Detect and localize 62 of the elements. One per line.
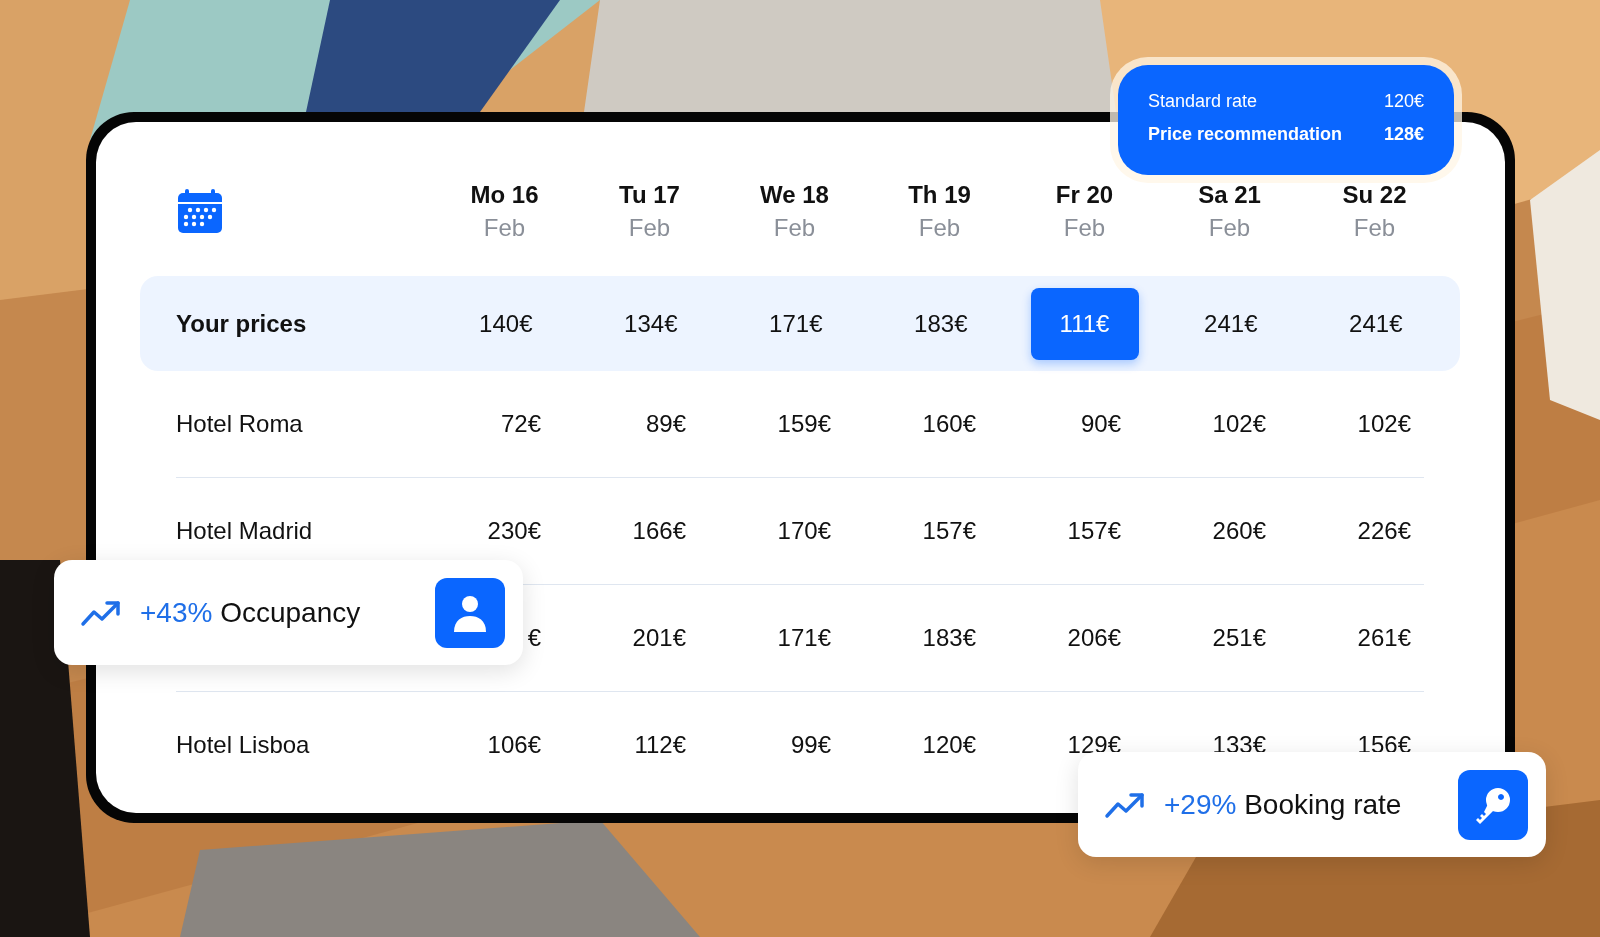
price-cell-text: 120€ bbox=[921, 731, 977, 759]
calendar-icon bbox=[176, 187, 224, 235]
price-cell[interactable]: 241€ bbox=[1175, 287, 1284, 360]
day-label: Tu 17 bbox=[619, 180, 680, 210]
price-cell[interactable]: 241€ bbox=[1320, 287, 1429, 360]
price-cell[interactable]: 140€ bbox=[450, 287, 559, 360]
hotel-name: Hotel Madrid bbox=[175, 517, 314, 545]
price-cell-text: 157€ bbox=[921, 517, 977, 545]
day-label: Th 19 bbox=[908, 180, 971, 210]
price-cell[interactable]: 134€ bbox=[595, 287, 704, 360]
price-cell-text: 166€ bbox=[631, 517, 687, 545]
row-label: Your prices bbox=[175, 309, 308, 338]
price-cell-text: 72€ bbox=[499, 410, 542, 438]
price-cell-text: 102€ bbox=[1356, 410, 1412, 438]
price-cell-text: 251€ bbox=[1211, 624, 1267, 652]
price-cell-text: 260€ bbox=[1211, 517, 1267, 545]
stat-text: +43% Occupancy bbox=[140, 596, 362, 629]
price-cell-text: 226€ bbox=[1356, 517, 1412, 545]
month-label: Feb bbox=[773, 213, 816, 243]
price-cell-text: 170€ bbox=[776, 517, 832, 545]
price-cell[interactable]: 183€ bbox=[885, 287, 994, 360]
stat-text: +29% Booking rate bbox=[1164, 788, 1403, 821]
price-cell[interactable]: 111€ bbox=[1030, 287, 1139, 360]
price-cell-text: 99€ bbox=[789, 731, 832, 759]
day-label: Fr 20 bbox=[1055, 180, 1114, 210]
rate-value: 128€ bbox=[1383, 124, 1424, 145]
rate-label: Price recommendation bbox=[1148, 124, 1344, 145]
price-cell-text: 183€ bbox=[921, 624, 977, 652]
price-cell-text: 261€ bbox=[1356, 624, 1412, 652]
price-cell-text: 160€ bbox=[921, 410, 977, 438]
month-label: Feb bbox=[1353, 213, 1396, 243]
day-label: Sa 21 bbox=[1198, 180, 1261, 210]
month-label: Feb bbox=[918, 213, 961, 243]
month-label: Feb bbox=[628, 213, 671, 243]
price-cell-text: 106€ bbox=[486, 731, 542, 759]
day-label: Mo 16 bbox=[470, 180, 539, 210]
day-label: Su 22 bbox=[1342, 180, 1407, 210]
price-cell-text: 201€ bbox=[631, 624, 687, 652]
price-cell-text: 90€ bbox=[1079, 410, 1122, 438]
person-icon bbox=[452, 593, 488, 632]
price-cell-text: € bbox=[526, 624, 542, 652]
price-cell-text: 159€ bbox=[776, 410, 832, 438]
hotel-name: Hotel Roma bbox=[175, 410, 304, 438]
month-label: Feb bbox=[1208, 213, 1251, 243]
price-cell-text: 102€ bbox=[1211, 410, 1267, 438]
price-cell[interactable]: 171€ bbox=[740, 287, 849, 360]
price-cell-text: 112€ bbox=[633, 731, 687, 759]
rate-value: 120€ bbox=[1383, 91, 1424, 112]
trend-up-icon bbox=[1104, 790, 1146, 819]
price-cell-text: 206€ bbox=[1066, 624, 1122, 652]
month-label: Feb bbox=[483, 213, 526, 243]
trend-up-icon bbox=[80, 598, 122, 627]
month-label: Feb bbox=[1063, 213, 1106, 243]
rate-label: Standard rate bbox=[1148, 91, 1259, 112]
price-cell-text: 230€ bbox=[486, 517, 542, 545]
price-cell-text: 171€ bbox=[776, 624, 832, 652]
price-cell-text: 129€ bbox=[1066, 731, 1122, 759]
day-label: We 18 bbox=[760, 180, 829, 210]
key-icon bbox=[1474, 785, 1512, 824]
price-cell-text: 89€ bbox=[644, 410, 687, 438]
hotel-name: Hotel Lisboa bbox=[175, 731, 311, 759]
price-cell-text: 157€ bbox=[1066, 517, 1122, 545]
